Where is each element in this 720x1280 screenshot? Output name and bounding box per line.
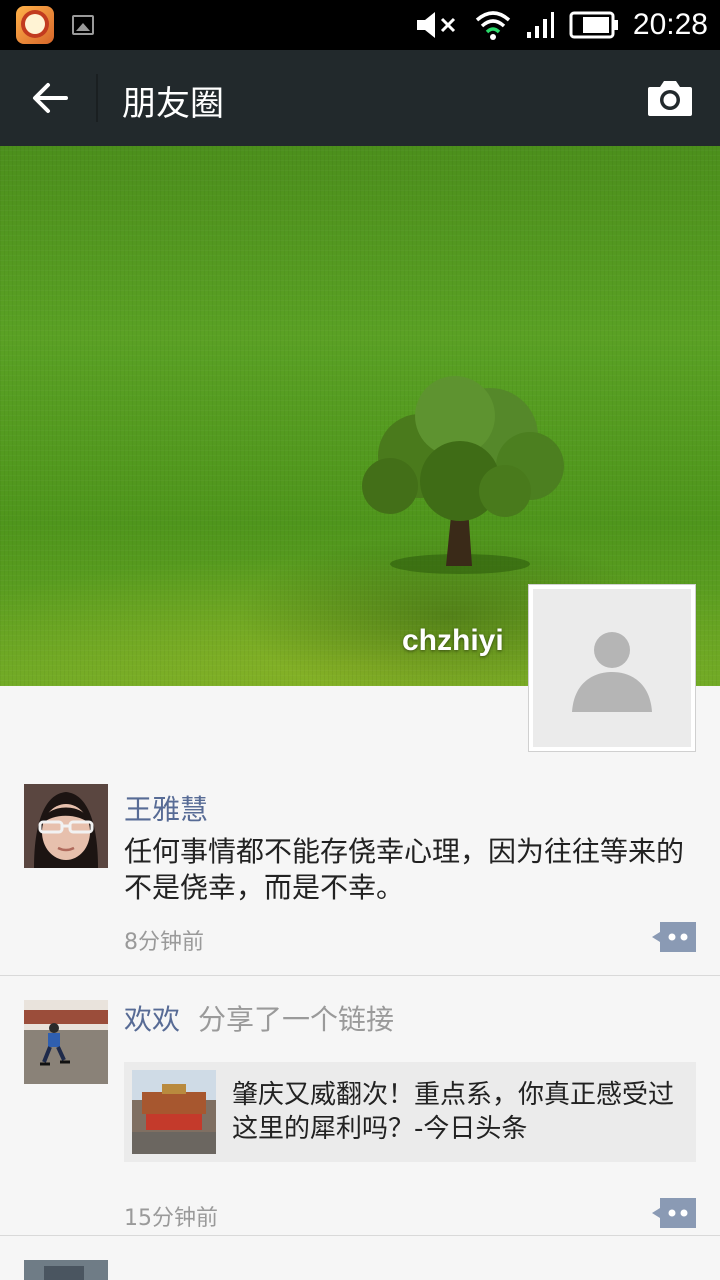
link-thumbnail xyxy=(132,1070,216,1154)
post-text: 任何事情都不能存侥幸心理，因为往往等来的不是侥幸，而是不幸。 xyxy=(124,835,685,904)
wifi-icon xyxy=(475,11,511,40)
post-avatar[interactable] xyxy=(24,784,108,868)
post-time: 15分钟前 xyxy=(124,1206,218,1231)
shared-link-card[interactable]: 肇庆又威翻次！重点系，你真正感受过这里的犀利吗？-今日头条 xyxy=(124,1062,696,1162)
status-bar: 20:28 xyxy=(0,0,720,50)
post-author-line: 欢欢 分享了一个链接 xyxy=(124,998,394,1038)
post-avatar[interactable] xyxy=(24,1000,108,1084)
page-title: 朋友圈 xyxy=(122,84,224,124)
title-bar: 朋友圈 xyxy=(0,50,720,146)
post-author[interactable]: 王雅慧 xyxy=(124,788,208,828)
post-avatar[interactable] xyxy=(24,1260,108,1280)
moments-feed: 王雅慧 任何事情都不能存侥幸心理，因为往往等来的不是侥幸，而是不幸。 8分钟前 … xyxy=(0,760,720,1280)
post-item: 欢欢 分享了一个链接 肇庆又威翻次！重点系，你真正感受过这里的犀利吗？-今日头条 … xyxy=(0,976,720,1236)
cover-username: chzhiyi xyxy=(402,624,504,657)
title-divider xyxy=(96,74,98,122)
post-item: 王雅慧 任何事情都不能存侥幸心理，因为往往等来的不是侥幸，而是不幸。 8分钟前 xyxy=(0,760,720,976)
back-arrow-icon xyxy=(33,83,68,113)
post-item xyxy=(0,1236,720,1280)
user-photo xyxy=(24,1000,108,1084)
post-author[interactable]: 欢欢 xyxy=(124,1003,180,1036)
default-person-icon xyxy=(572,632,652,712)
comment-button[interactable] xyxy=(652,922,696,952)
post-time: 8分钟前 xyxy=(124,930,204,955)
profile-avatar[interactable] xyxy=(528,584,696,752)
back-button[interactable] xyxy=(20,68,80,128)
camera-icon xyxy=(648,81,692,116)
tree-illustration xyxy=(362,376,564,574)
link-title: 肇庆又威翻次！重点系，你真正感受过这里的犀利吗？-今日头条 xyxy=(232,1080,675,1144)
camera-button[interactable] xyxy=(642,72,698,124)
mute-icon xyxy=(416,12,455,38)
app-notification-icon xyxy=(16,6,54,44)
comment-button[interactable] xyxy=(652,1198,696,1228)
clock: 20:28 xyxy=(632,8,708,41)
user-photo xyxy=(24,1260,108,1280)
user-photo xyxy=(24,784,108,868)
post-action: 分享了一个链接 xyxy=(198,1003,395,1036)
signal-icon xyxy=(526,12,554,38)
battery-icon xyxy=(569,11,618,39)
gallery-icon xyxy=(72,15,94,35)
